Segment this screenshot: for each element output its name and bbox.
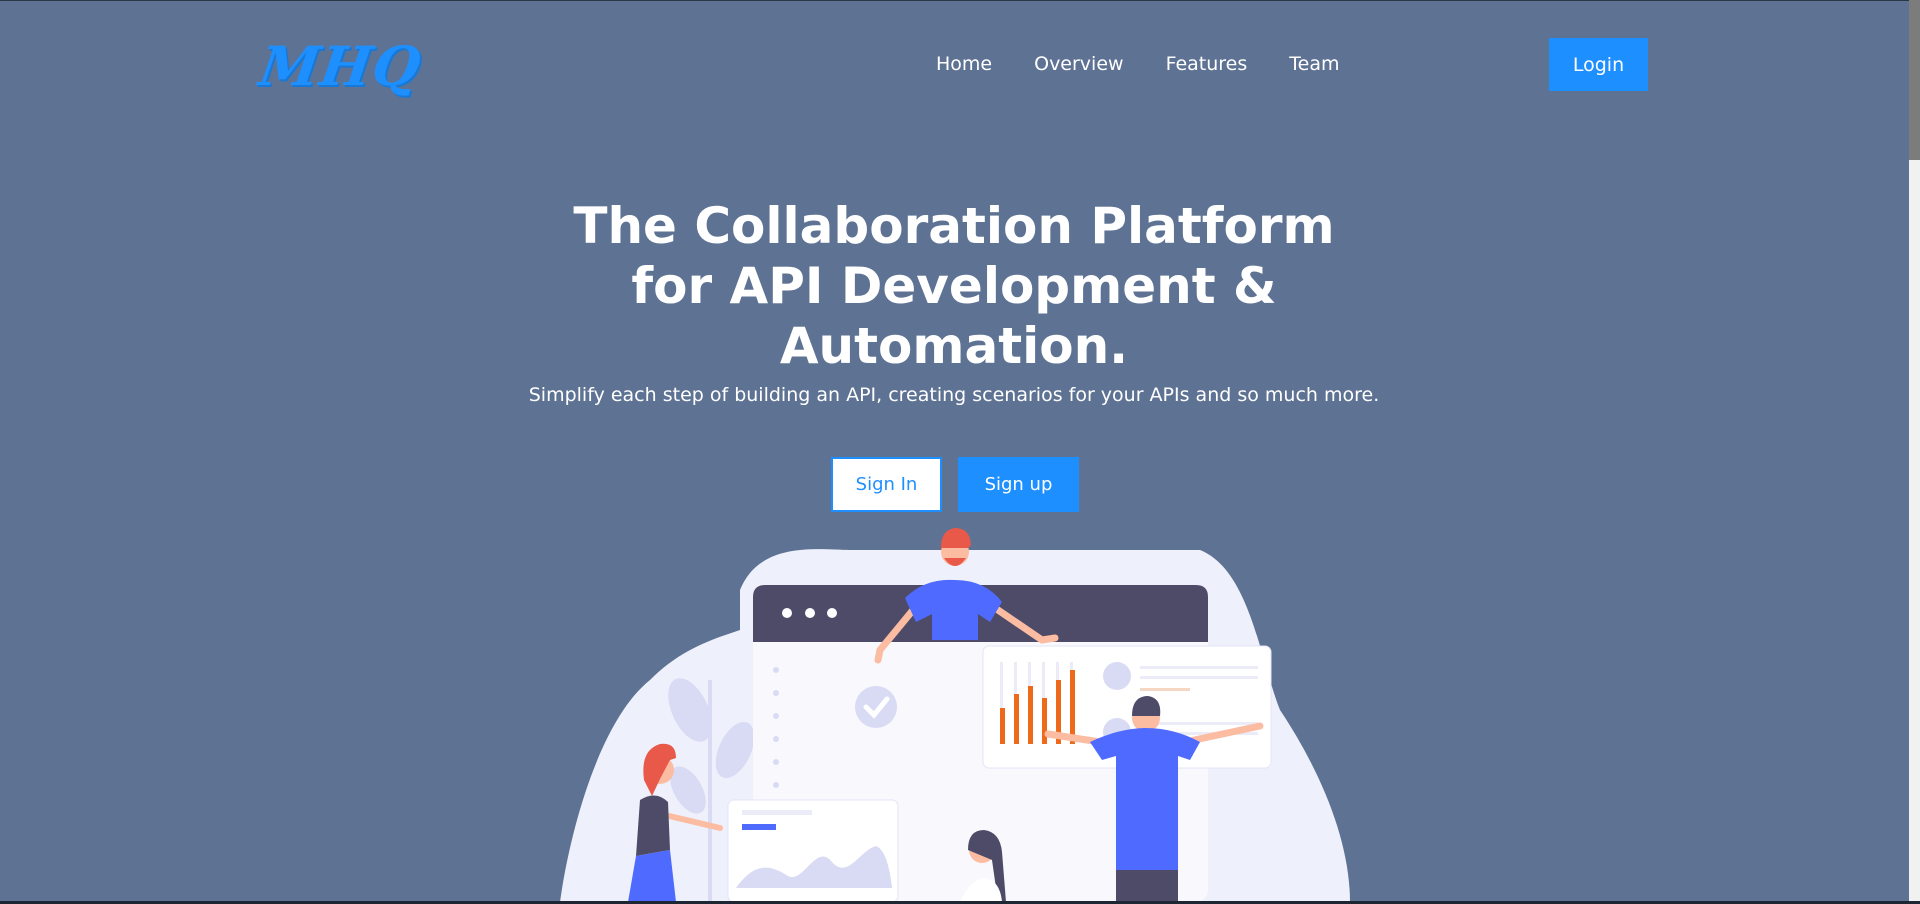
- scrollbar-thumb[interactable]: [1909, 0, 1920, 160]
- sign-in-button[interactable]: Sign In: [831, 457, 942, 512]
- hero-title-line: for API Development &: [631, 257, 1277, 315]
- nav-team-link[interactable]: Team: [1289, 53, 1339, 75]
- hero-title-line: The Collaboration Platform: [573, 197, 1335, 255]
- sign-up-button[interactable]: Sign up: [958, 457, 1079, 512]
- nav-overview-link[interactable]: Overview: [1034, 53, 1123, 75]
- main-nav: Home Overview Features Team: [936, 53, 1381, 75]
- login-button[interactable]: Login: [1549, 38, 1648, 91]
- hero-actions: Sign In Sign up: [831, 457, 1079, 512]
- hero-title-line: Automation.: [779, 317, 1129, 375]
- hero-subtitle: Simplify each step of building an API, c…: [528, 384, 1380, 406]
- nav-home-link[interactable]: Home: [936, 53, 992, 75]
- check-icon: [855, 686, 897, 728]
- brand-logo[interactable]: MHQ: [256, 34, 426, 98]
- hero-title: The Collaboration Platform for API Devel…: [0, 196, 1908, 376]
- top-border: [0, 0, 1920, 1]
- area-chart-card: [727, 799, 899, 902]
- nav-features-link[interactable]: Features: [1166, 53, 1248, 75]
- hero-illustration: [560, 528, 1350, 902]
- scrollbar[interactable]: [1909, 0, 1920, 904]
